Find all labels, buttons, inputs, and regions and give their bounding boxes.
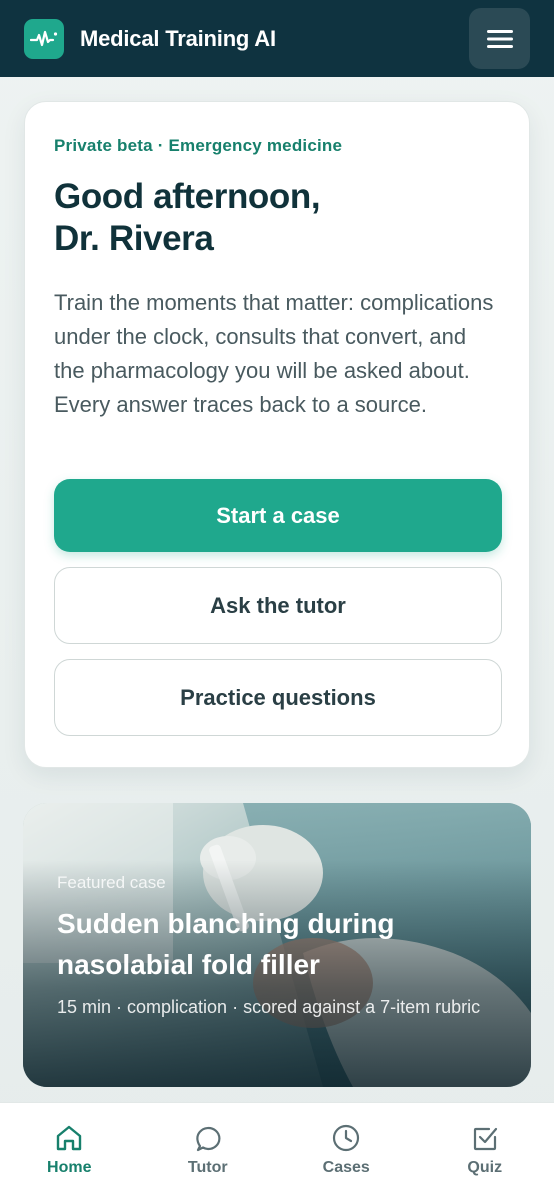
featured-label: Featured case (57, 873, 166, 892)
hamburger-icon (486, 29, 513, 48)
nav-tutor[interactable]: Tutor (139, 1103, 278, 1200)
nav-cases-label: Cases (322, 1159, 370, 1176)
practice-questions-button[interactable]: Practice questions (54, 659, 502, 736)
nav-quiz[interactable]: Quiz (416, 1103, 554, 1200)
home-icon (57, 1125, 82, 1151)
eyebrow-label: Private beta · Emergency medicine (54, 136, 343, 155)
nav-tutor-label: Tutor (187, 1159, 228, 1176)
nav-quiz-label: Quiz (467, 1159, 503, 1176)
chat-bubble-icon (196, 1126, 221, 1152)
start-case-button[interactable]: Start a case (54, 479, 502, 552)
nav-home-label: Home (47, 1159, 92, 1176)
clock-icon (333, 1124, 360, 1152)
featured-title: Sudden blanching during nasolabial fold … (57, 908, 395, 980)
app-header: Medical Training AI (0, 0, 554, 77)
menu-button[interactable] (469, 8, 530, 69)
app-title: Medical Training AI (80, 25, 276, 51)
greeting-line-2: Dr. Rivera (54, 219, 214, 258)
checkbox-icon (473, 1127, 497, 1151)
ask-tutor-button[interactable]: Ask the tutor (54, 567, 502, 644)
greeting-line-1: Good afternoon, (54, 177, 321, 216)
nav-home[interactable]: Home (0, 1103, 139, 1200)
nav-cases[interactable]: Cases (277, 1103, 416, 1200)
bottom-nav: Home Tutor Cases Quiz (0, 1102, 554, 1200)
greeting-heading: Good afternoon, Dr. Rivera (54, 176, 500, 260)
welcome-card: Private beta · Emergency medicine Good a… (24, 101, 530, 768)
featured-meta: 15 min · complication · scored against a… (57, 997, 481, 1017)
pulse-icon (24, 18, 64, 59)
intro-text: Train the moments that matter: complicat… (54, 290, 494, 417)
featured-case-card[interactable]: Featured case Sudden blanching during na… (23, 803, 531, 1087)
